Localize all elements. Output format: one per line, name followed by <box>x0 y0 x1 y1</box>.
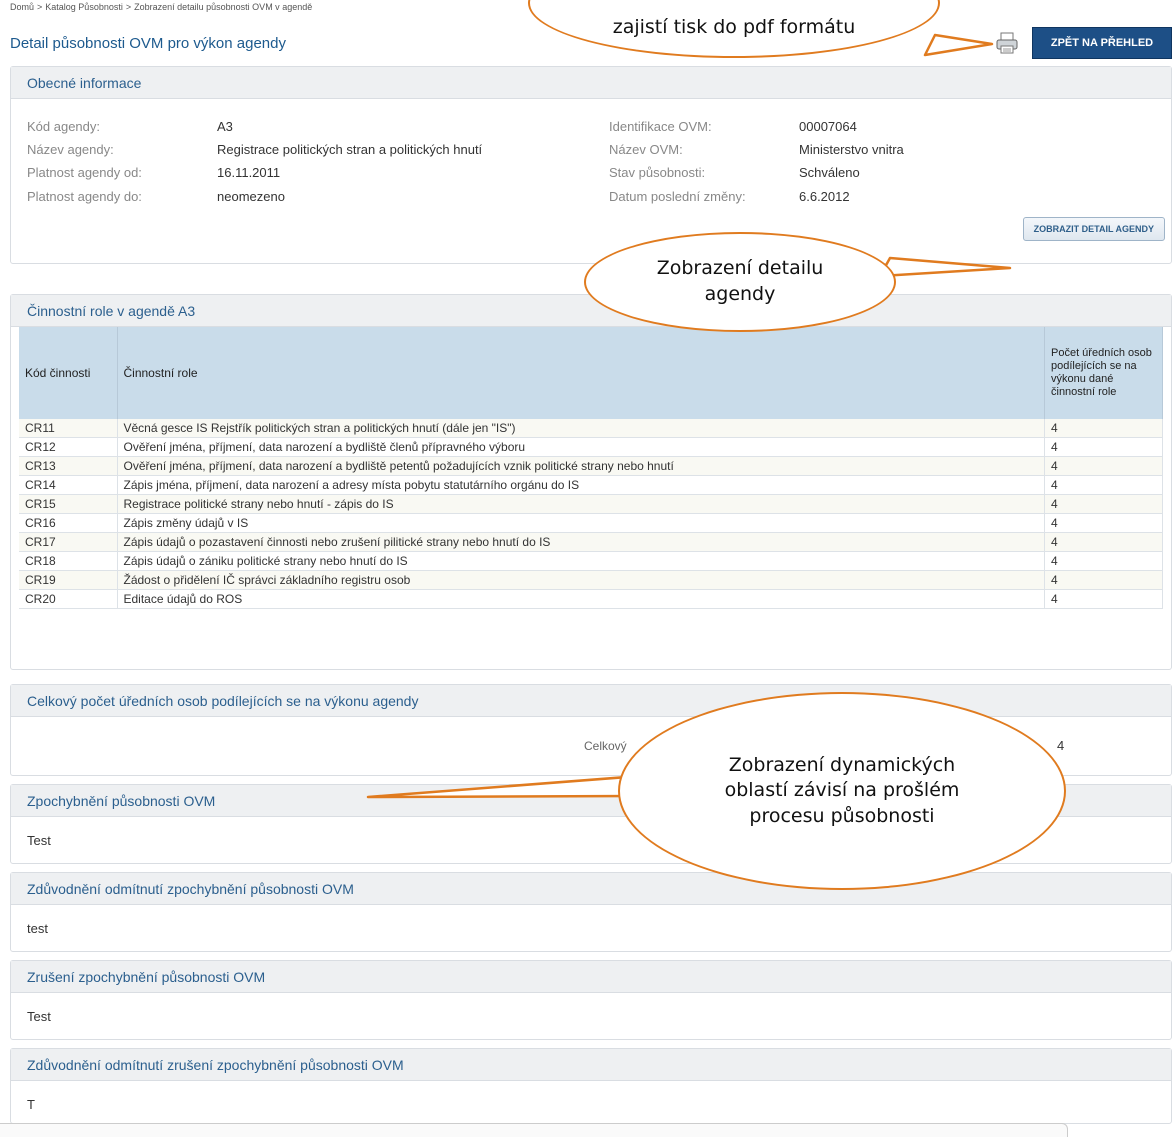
section-text: test <box>27 921 48 936</box>
col-header-role: Činnostní role <box>117 327 1045 419</box>
col-header-code: Kód činnosti <box>19 327 118 419</box>
show-agenda-detail-button[interactable]: ZOBRAZIT DETAIL AGENDY <box>1022 217 1165 241</box>
roles-title: Činnostní role v agendě A3 <box>11 295 1171 327</box>
table-row: CR11 Věcná gesce IS Rejstřík politických … <box>19 419 1163 438</box>
general-info-panel: Obecné informace Kód agendy: A3 Název ag… <box>10 66 1172 264</box>
table-header-row: Kód činnosti Činnostní role Počet úřední… <box>19 327 1163 419</box>
horizontal-scrollbar[interactable] <box>0 1123 1068 1137</box>
printer-icon[interactable] <box>994 31 1020 55</box>
page-title: Detail působnosti OVM pro výkon agendy <box>10 35 286 52</box>
section-dispute-cancel: Zrušení zpochybnění působnosti OVM Test <box>10 960 1172 1040</box>
back-to-overview-button[interactable]: ZPĚT NA PŘEHLED <box>1032 27 1172 59</box>
callout-detail: Zobrazení detailu agendy <box>584 232 896 332</box>
total-label: Celkový <box>584 739 627 753</box>
info-row: Kód agendy: A3 <box>27 119 233 134</box>
table-row: CR16 Zápis změny údajů v IS 4 <box>19 513 1163 533</box>
table-row: CR18 Zápis údajů o zániku politické stran… <box>19 551 1163 571</box>
info-row: Identifikace OVM: 00007064 <box>609 119 857 134</box>
section-text: T <box>27 1097 35 1112</box>
info-row: Název OVM: Ministerstvo vnitra <box>609 142 904 157</box>
table-row: CR14 Zápis jména, příjmení, data narození… <box>19 475 1163 495</box>
section-dispute-rejection: Zdůvodnění odmítnutí zpochybnění působno… <box>10 872 1172 952</box>
callout-print: zajistí tisk do pdf formátu <box>528 0 940 58</box>
total-title: Celkový počet úředních osob podílejících… <box>11 685 1171 717</box>
section-text: Test <box>27 1009 51 1024</box>
info-row: Stav působnosti: Schváleno <box>609 165 860 180</box>
section-title: Zdůvodnění odmítnutí zrušení zpochybnění… <box>11 1049 1171 1081</box>
breadcrumb-catalog[interactable]: Katalog Působnosti <box>45 2 123 12</box>
info-row: Platnost agendy od: 16.11.2011 <box>27 165 281 180</box>
table-row: CR13 Ověření jména, příjmení, data naroze… <box>19 456 1163 476</box>
col-header-count: Počet úředních osob podílejících se na v… <box>1044 327 1163 419</box>
info-row: Datum poslední změny: 6.6.2012 <box>609 189 850 204</box>
section-title: Zdůvodnění odmítnutí zpochybnění působno… <box>11 873 1171 905</box>
roles-panel: Činnostní role v agendě A3 Kód činnosti … <box>10 294 1172 670</box>
total-value: 4 <box>1057 738 1065 753</box>
breadcrumb-home[interactable]: Domů <box>10 2 34 12</box>
callout-dynamic: Zobrazení dynamických oblastí závisí na … <box>618 692 1066 890</box>
table-row: CR19 Žádost o přidělení IČ správci základ… <box>19 570 1163 590</box>
breadcrumb-current: Zobrazení detailu působnosti OVM v agend… <box>134 2 313 12</box>
table-row: CR15 Registrace politické strany nebo hnu… <box>19 494 1163 514</box>
section-cancel-rejection: Zdůvodnění odmítnutí zrušení zpochybnění… <box>10 1048 1172 1124</box>
info-row: Platnost agendy do: neomezeno <box>27 189 285 204</box>
table-row: CR20 Editace údajů do ROS 4 <box>19 589 1163 609</box>
roles-table: Kód činnosti Činnostní role Počet úřední… <box>19 327 1163 609</box>
table-row: CR17 Zápis údajů o pozastavení činnosti n… <box>19 532 1163 552</box>
section-title: Zrušení zpochybnění působnosti OVM <box>11 961 1171 993</box>
general-info-title: Obecné informace <box>11 67 1171 99</box>
info-row: Název agendy: Registrace politických str… <box>27 142 483 157</box>
table-row: CR12 Ověření jména, příjmení, data naroze… <box>19 437 1163 457</box>
breadcrumb: Domů > Katalog Působnosti > Zobrazení detail… <box>10 2 313 12</box>
